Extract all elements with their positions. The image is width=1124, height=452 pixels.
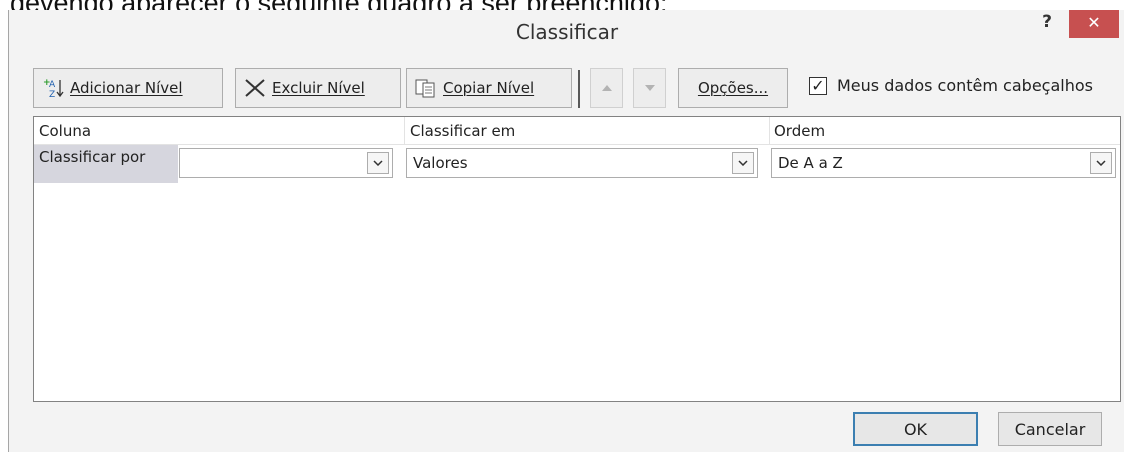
- order-select[interactable]: De A a Z: [771, 148, 1116, 178]
- move-down-button[interactable]: [633, 68, 666, 108]
- headers-checkbox[interactable]: ✓: [809, 75, 827, 95]
- column-divider: [404, 117, 405, 145]
- arrow-down-icon: [644, 85, 655, 91]
- options-label: Opções...: [697, 79, 769, 97]
- options-button[interactable]: Opções...: [678, 68, 788, 108]
- delete-x-icon: [243, 77, 267, 99]
- add-sort-level-icon: + A Z: [41, 77, 65, 100]
- headers-checkbox-label: Meus dados contêm cabeçalhos: [837, 76, 1093, 95]
- sort-level-row[interactable]: Classificar por Valores De A a Z: [34, 145, 1120, 183]
- delete-level-label: Excluir Nível: [272, 79, 365, 97]
- copy-level-label: Copiar Nível: [443, 79, 535, 97]
- toolbar-separator: [578, 70, 580, 108]
- sort-levels-grid: Coluna Classificar em Ordem Classificar …: [33, 116, 1121, 402]
- sort-on-select[interactable]: Valores: [406, 148, 758, 178]
- close-button[interactable]: ✕: [1069, 10, 1119, 38]
- chevron-down-icon[interactable]: [732, 152, 754, 174]
- add-level-button[interactable]: + A Z Adicionar Nível: [33, 68, 223, 108]
- order-header: Ordem: [774, 122, 826, 140]
- add-level-label: Adicionar Nível: [70, 79, 183, 97]
- move-up-button[interactable]: [590, 68, 623, 108]
- column-header: Coluna: [39, 122, 92, 140]
- copy-icon: [414, 77, 438, 99]
- column-divider: [769, 117, 770, 145]
- order-select-value: De A a Z: [778, 154, 843, 172]
- svg-text:Z: Z: [49, 90, 55, 99]
- sort-on-header: Classificar em: [410, 122, 516, 140]
- grid-header: Coluna Classificar em Ordem: [34, 117, 1120, 145]
- dialog-title: Classificar: [515, 20, 619, 44]
- check-mark-icon: ✓: [811, 75, 825, 95]
- close-icon: ✕: [1087, 13, 1101, 32]
- row-label: Classificar por: [34, 145, 178, 183]
- headers-checkbox-wrap[interactable]: ✓ Meus dados contêm cabeçalhos: [809, 76, 1093, 95]
- sort-dialog: Classificar ? ✕ + A Z Adicionar Nível Ex…: [8, 10, 1124, 452]
- copy-level-button[interactable]: Copiar Nível: [406, 68, 572, 108]
- arrow-up-icon: [601, 85, 612, 91]
- help-button[interactable]: ?: [1036, 10, 1058, 38]
- chevron-down-icon[interactable]: [1090, 152, 1112, 174]
- title-bar: Classificar ? ✕: [9, 10, 1124, 54]
- column-select[interactable]: [179, 148, 393, 178]
- delete-level-button[interactable]: Excluir Nível: [235, 68, 401, 108]
- sort-on-select-value: Valores: [413, 154, 468, 172]
- ok-button[interactable]: OK: [853, 412, 978, 446]
- chevron-down-icon[interactable]: [367, 152, 389, 174]
- cancel-button[interactable]: Cancelar: [998, 412, 1102, 446]
- svg-text:A: A: [49, 80, 56, 90]
